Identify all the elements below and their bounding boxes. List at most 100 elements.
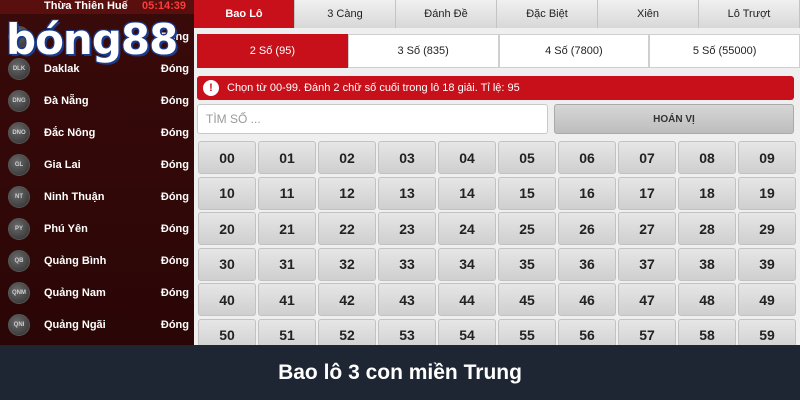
number-button[interactable]: 35: [498, 247, 556, 281]
number-button[interactable]: 26: [558, 212, 616, 245]
number-button[interactable]: 28: [678, 212, 736, 245]
number-button[interactable]: 16: [558, 176, 616, 210]
notice-text: Chọn từ 00-99. Đánh 2 chữ số cuối trong …: [227, 82, 520, 94]
sidebar-item[interactable]: QNM Quảng Nam Đóng: [0, 277, 194, 309]
province-badge-icon: QB: [8, 250, 30, 272]
number-button[interactable]: 59: [738, 318, 796, 345]
tab-6[interactable]: Lô Trượt: [699, 0, 800, 28]
sidebar-item[interactable]: NT Ninh Thuận Đóng: [0, 181, 194, 213]
number-button[interactable]: 45: [498, 283, 556, 316]
sidebar-header: Thừa Thiên Huế 05:14:39: [0, 0, 194, 14]
number-button[interactable]: 00: [198, 141, 256, 174]
number-button[interactable]: 48: [678, 283, 736, 316]
number-button[interactable]: 13: [378, 176, 436, 210]
number-button[interactable]: 44: [438, 283, 496, 316]
sidebar-item-label: Đắc Nông: [44, 127, 96, 139]
number-button[interactable]: 29: [738, 212, 796, 245]
number-button[interactable]: 47: [618, 283, 676, 316]
sidebar-item-status: Đóng: [160, 95, 189, 107]
number-button[interactable]: 07: [618, 141, 676, 174]
sidebar-item-status: Đóng: [160, 191, 189, 203]
number-button[interactable]: 01: [258, 141, 316, 174]
number-button[interactable]: 20: [198, 212, 256, 245]
number-button[interactable]: 21: [258, 212, 316, 245]
number-button[interactable]: 05: [498, 141, 556, 174]
logo-text: bóng88: [6, 14, 178, 64]
sidebar-item[interactable]: PY Phú Yên Đóng: [0, 213, 194, 245]
subtab-4-digits[interactable]: 4 Số (7800): [498, 34, 650, 68]
sidebar-item-label: Quảng Nam: [44, 287, 106, 299]
number-button[interactable]: 19: [738, 176, 796, 210]
number-button[interactable]: 43: [378, 283, 436, 316]
sidebar-item[interactable]: DNG Đà Nẵng Đóng: [0, 85, 194, 117]
number-button[interactable]: 58: [678, 318, 736, 345]
sidebar-item-label: Đà Nẵng: [44, 95, 89, 107]
sidebar-item[interactable]: QB Quảng Bình Đóng: [0, 245, 194, 277]
sidebar-item-status: Đóng: [160, 159, 189, 171]
number-button[interactable]: 17: [618, 176, 676, 210]
number-button[interactable]: 18: [678, 176, 736, 210]
number-button[interactable]: 38: [678, 247, 736, 281]
number-button[interactable]: 08: [678, 141, 736, 174]
number-button[interactable]: 25: [498, 212, 556, 245]
tab-3[interactable]: Đánh Đề: [396, 0, 497, 28]
province-badge-icon: NT: [8, 186, 30, 208]
number-button[interactable]: 15: [498, 176, 556, 210]
image-caption: Bao lô 3 con miền Trung: [0, 345, 800, 400]
number-button[interactable]: 14: [438, 176, 496, 210]
number-button[interactable]: 32: [318, 247, 376, 281]
number-button[interactable]: 55: [498, 318, 556, 345]
sidebar-item[interactable]: GL Gia Lai Đóng: [0, 149, 194, 181]
number-button[interactable]: 34: [438, 247, 496, 281]
number-button[interactable]: 33: [378, 247, 436, 281]
number-button[interactable]: 40: [198, 283, 256, 316]
number-button[interactable]: 53: [378, 318, 436, 345]
number-button[interactable]: 30: [198, 247, 256, 281]
main-panel: Bao Lô 3 Càng Đánh Đề Đặc Biệt Xiên Lô Trượt …: [194, 0, 800, 345]
number-button[interactable]: 50: [198, 318, 256, 345]
tab-1[interactable]: Bao Lô: [194, 0, 295, 28]
province-badge-icon: QNI: [8, 314, 30, 336]
brand-logo[interactable]: bóng88: [6, 14, 178, 64]
number-button[interactable]: 49: [738, 283, 796, 316]
number-button[interactable]: 12: [318, 176, 376, 210]
subtab-2-digits[interactable]: 2 Số (95): [197, 34, 348, 68]
tab-5[interactable]: Xiên: [598, 0, 699, 28]
number-button[interactable]: 24: [438, 212, 496, 245]
number-button[interactable]: 10: [198, 176, 256, 210]
number-button[interactable]: 09: [738, 141, 796, 174]
sidebar: Thừa Thiên Huế 05:14:39 BD Đóng DLK Daklak Đ…: [0, 0, 194, 345]
subtab-5-digits[interactable]: 5 Số (55000): [649, 34, 800, 68]
number-button[interactable]: 42: [318, 283, 376, 316]
sidebar-item-label: Phú Yên: [44, 223, 88, 235]
number-button[interactable]: 56: [558, 318, 616, 345]
subtab-3-digits[interactable]: 3 Số (835): [347, 34, 499, 68]
sidebar-item[interactable]: DNO Đắc Nông Đóng: [0, 117, 194, 149]
number-button[interactable]: 02: [318, 141, 376, 174]
number-button[interactable]: 31: [258, 247, 316, 281]
tab-4[interactable]: Đặc Biệt: [497, 0, 598, 28]
tab-2[interactable]: 3 Càng: [295, 0, 396, 28]
province-badge-icon: GL: [8, 154, 30, 176]
number-button[interactable]: 39: [738, 247, 796, 281]
sidebar-item[interactable]: QNI Quảng Ngãi Đóng: [0, 309, 194, 341]
number-button[interactable]: 51: [258, 318, 316, 345]
number-button[interactable]: 52: [318, 318, 376, 345]
number-button[interactable]: 41: [258, 283, 316, 316]
sidebar-item-label: Quảng Bình: [44, 255, 107, 267]
number-button[interactable]: 11: [258, 176, 316, 210]
province-badge-icon: DNO: [8, 122, 30, 144]
number-button[interactable]: 04: [438, 141, 496, 174]
number-button[interactable]: 36: [558, 247, 616, 281]
number-button[interactable]: 46: [558, 283, 616, 316]
number-button[interactable]: 54: [438, 318, 496, 345]
number-button[interactable]: 22: [318, 212, 376, 245]
search-input[interactable]: [197, 104, 548, 134]
number-button[interactable]: 57: [618, 318, 676, 345]
number-button[interactable]: 37: [618, 247, 676, 281]
number-button[interactable]: 06: [558, 141, 616, 174]
number-button[interactable]: 27: [618, 212, 676, 245]
number-button[interactable]: 23: [378, 212, 436, 245]
swap-button[interactable]: HOÁN VỊ: [554, 104, 794, 134]
number-button[interactable]: 03: [378, 141, 436, 174]
